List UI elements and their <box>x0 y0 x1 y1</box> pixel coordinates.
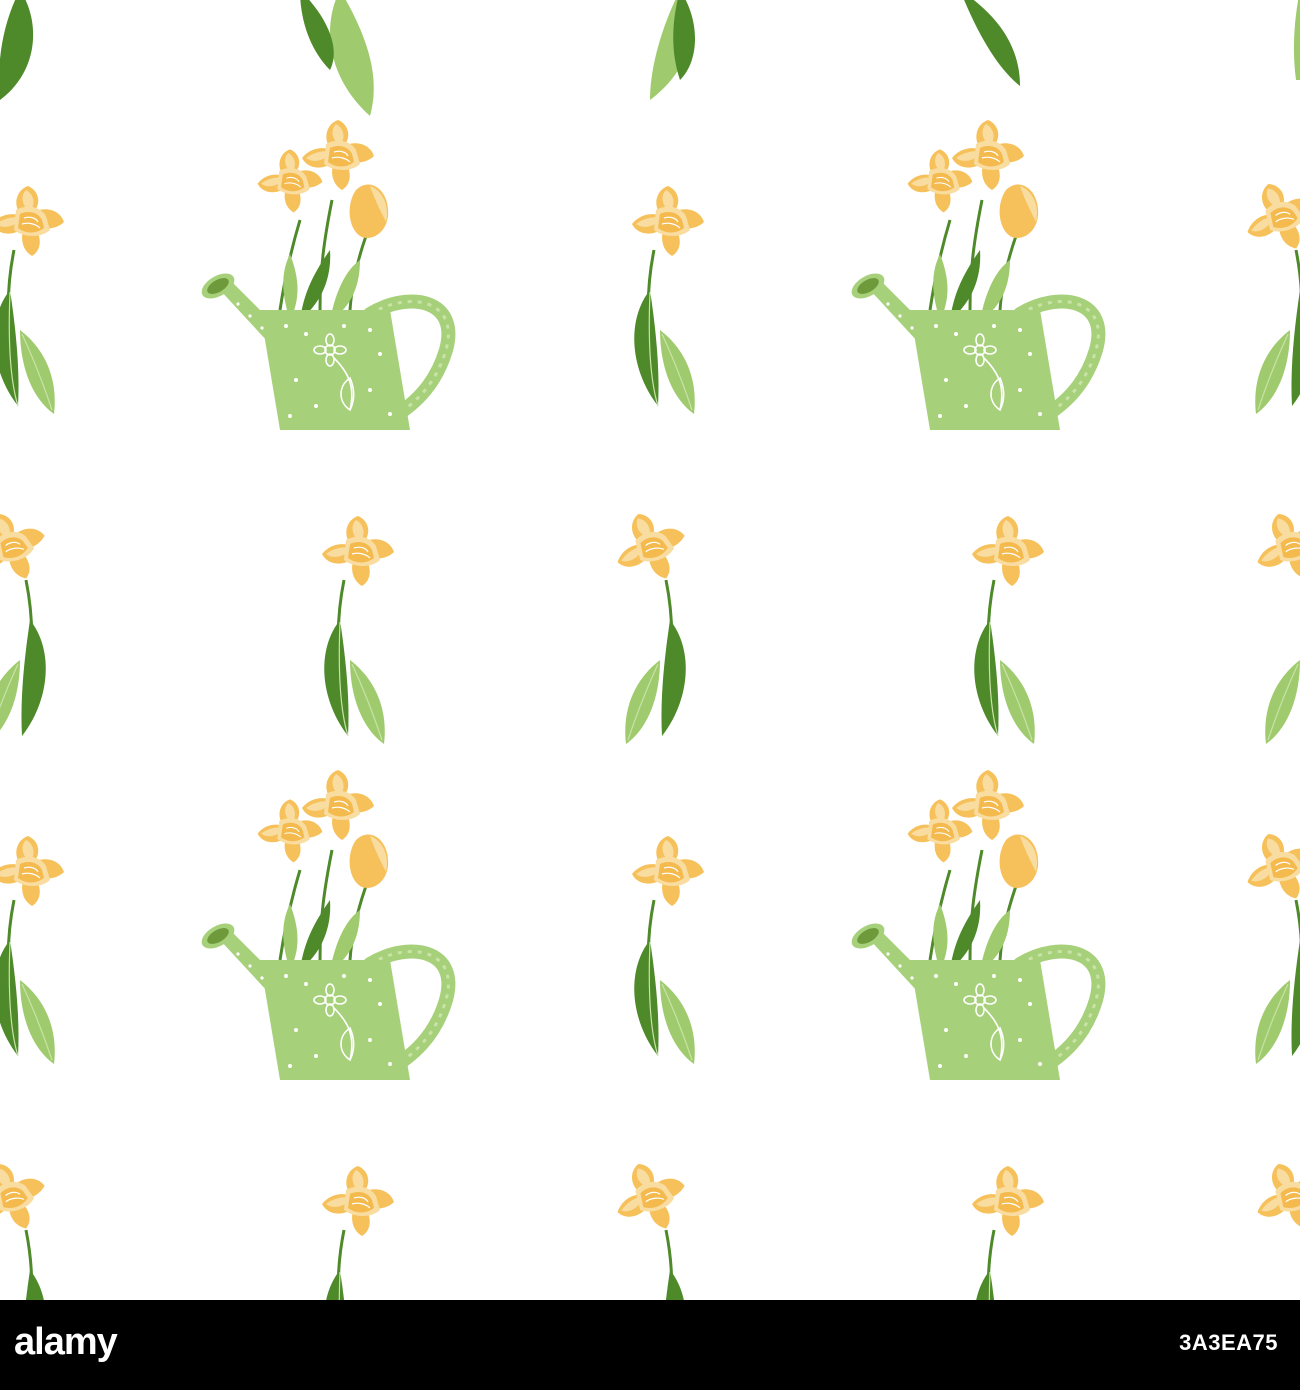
alamy-logo: alamy <box>14 1321 119 1363</box>
image-id-label: 3A3EA75 <box>1179 1330 1278 1355</box>
watering-can-bouquet <box>847 770 1098 1080</box>
leaf-partial <box>0 0 1300 116</box>
daffodil-sprig <box>0 502 1300 744</box>
svg-text:alamy: alamy <box>14 1321 118 1363</box>
daffodil-sprig <box>0 822 1300 1064</box>
footer-bar: alamy 3A3EA75 <box>0 1300 1300 1390</box>
watering-can-bouquet <box>197 120 448 430</box>
watering-can-bouquet <box>847 120 1098 430</box>
watering-can-bouquet <box>197 770 448 1080</box>
daffodil-sprig <box>632 186 704 414</box>
daffodil-sprig <box>0 1152 1300 1300</box>
seamless-floral-pattern <box>0 0 1300 1300</box>
